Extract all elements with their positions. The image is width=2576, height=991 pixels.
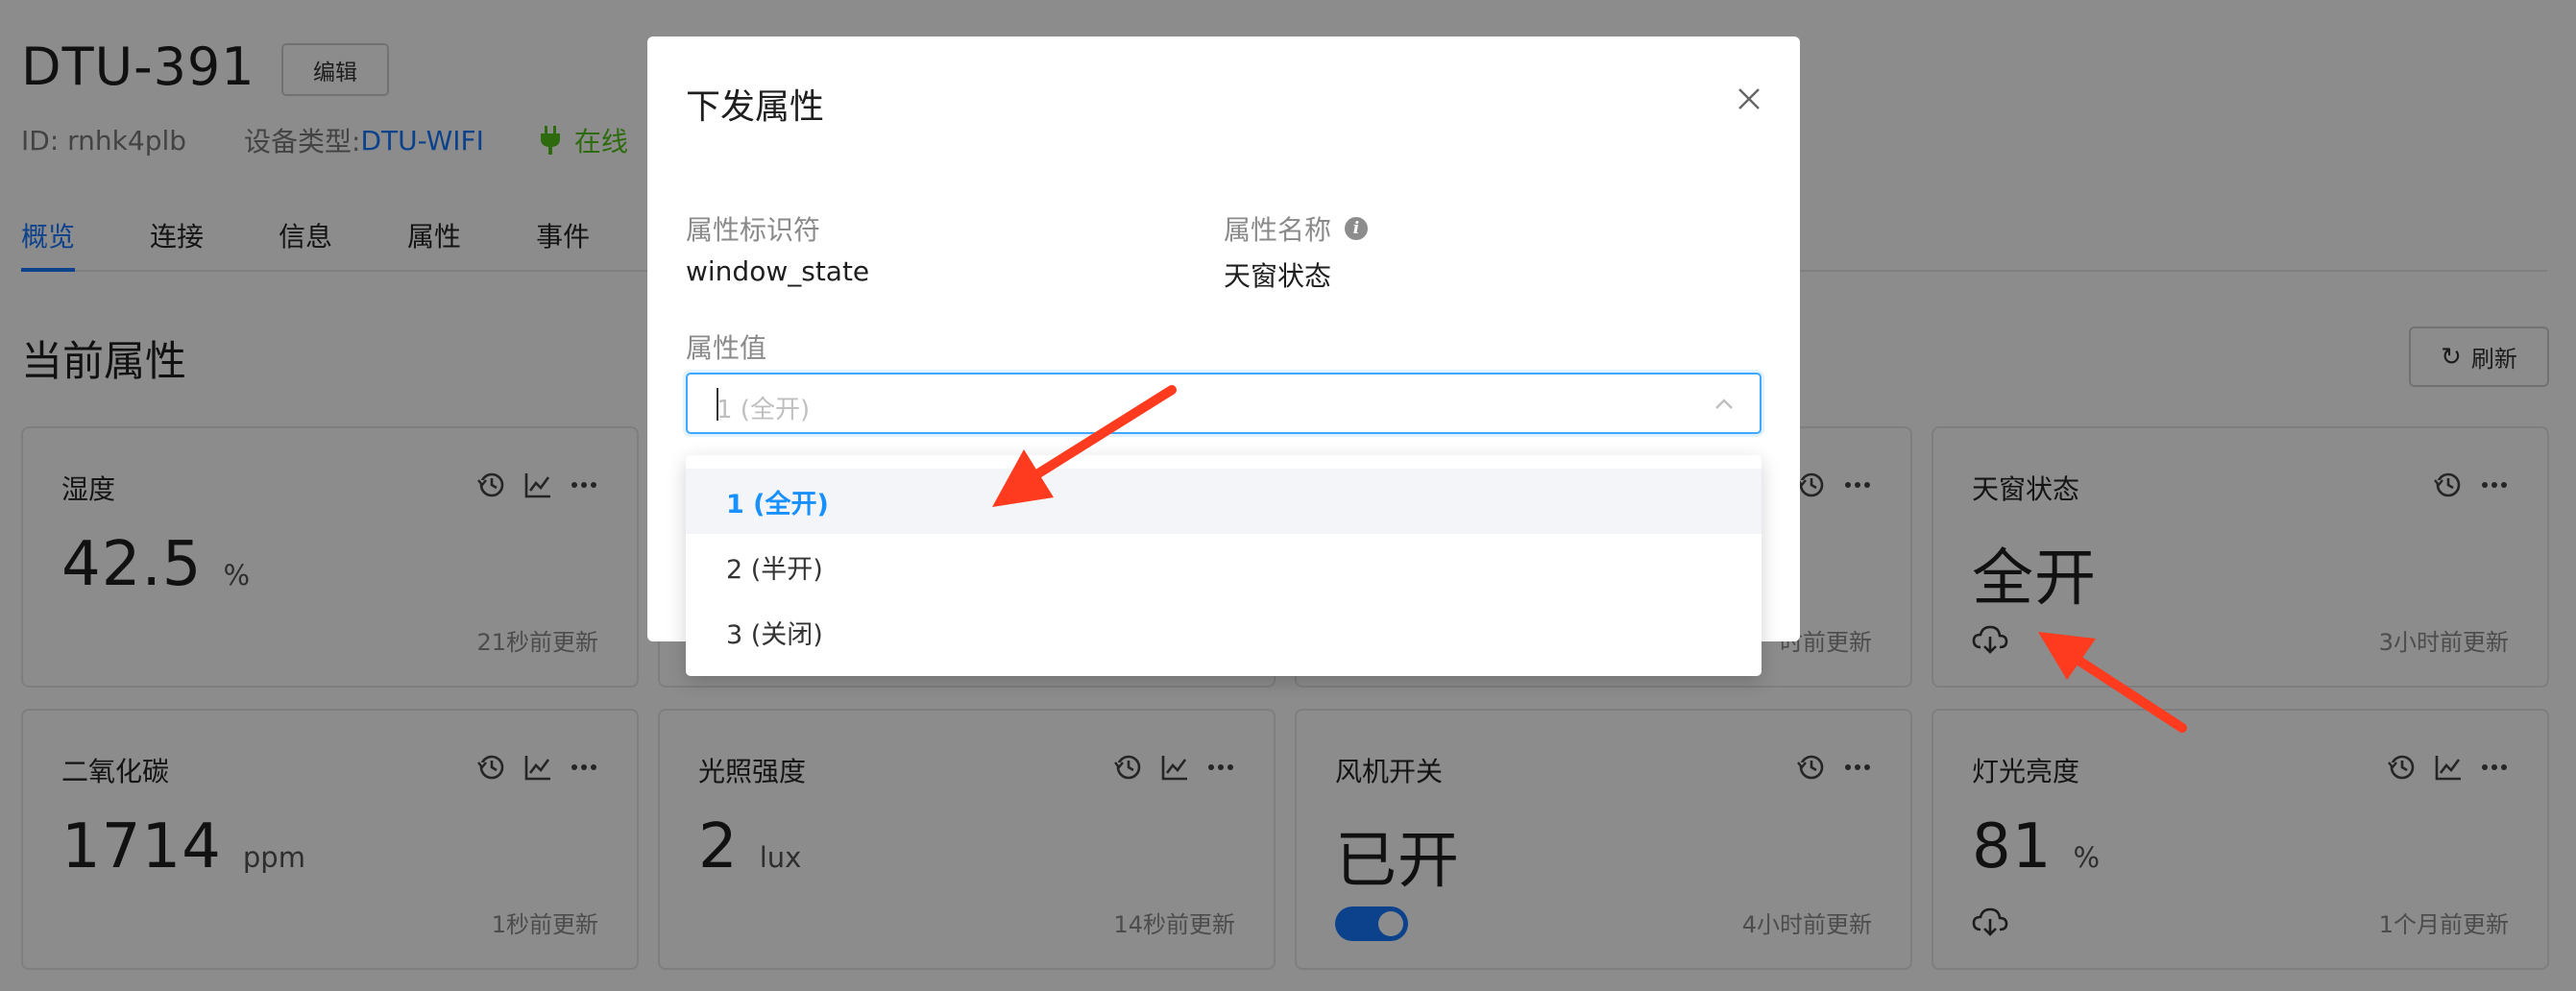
chevron-up-icon [1715, 399, 1733, 409]
property-value-select[interactable]: 1 (全开) [686, 373, 1762, 434]
text-cursor [717, 388, 718, 421]
identifier-value: window_state [686, 255, 870, 287]
select-placeholder: 1 (全开) [717, 396, 811, 424]
select-dropdown-menu: 1 (全开) 2 (半开) 3 (关闭) [686, 455, 1762, 676]
info-icon[interactable]: i [1345, 217, 1369, 240]
close-icon[interactable] [1737, 86, 1762, 111]
option-half-open[interactable]: 2 (半开) [686, 534, 1762, 599]
property-name-label: 属性名称 i [1224, 209, 1369, 248]
modal-title: 下发属性 [686, 87, 825, 127]
property-name-value: 天窗状态 [1224, 260, 1332, 292]
property-value-label: 属性值 [686, 332, 767, 364]
identifier-label: 属性标识符 [686, 214, 821, 246]
option-closed[interactable]: 3 (关闭) [686, 599, 1762, 665]
option-full-open[interactable]: 1 (全开) [686, 469, 1762, 534]
